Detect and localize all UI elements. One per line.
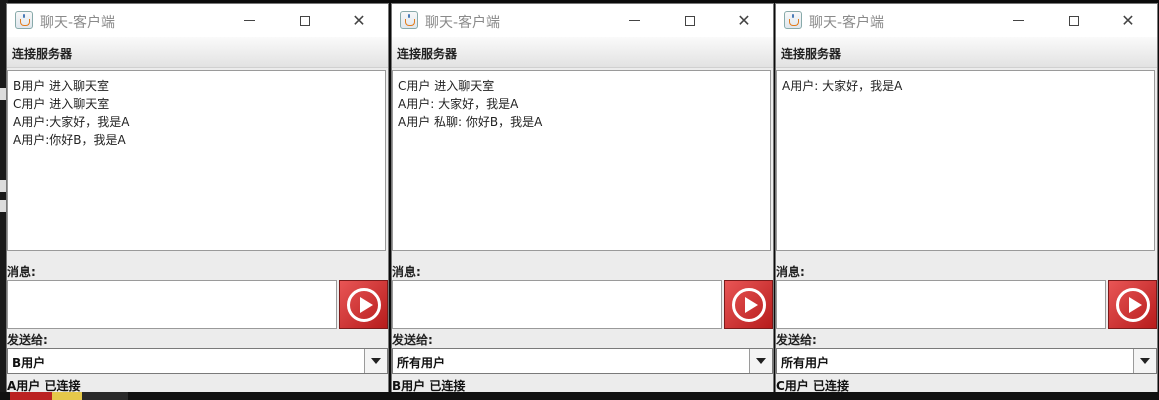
recipient-value: B用户: [12, 356, 46, 370]
menu-bar: 连接服务器: [776, 37, 1157, 68]
close-icon: ✕: [737, 11, 751, 30]
minimize-icon: [1012, 20, 1024, 21]
message-label: 消息:: [392, 265, 421, 279]
chat-client-window-c: 聊天-客户端 ✕ 连接服务器 A用户: 大家好，我是A 消息: 发送给: 所有用…: [775, 3, 1158, 393]
close-button[interactable]: ✕: [721, 4, 767, 37]
chat-client-window-a: 聊天-客户端 ✕ 连接服务器 B用户 进入聊天室 C用户 进入聊天室 A用户:大…: [6, 3, 389, 393]
chat-client-window-b: 聊天-客户端 ✕ 连接服务器 C用户 进入聊天室 A用户: 大家好，我是A A用…: [391, 3, 774, 393]
menu-connect-server[interactable]: 连接服务器: [397, 45, 457, 62]
maximize-button[interactable]: [667, 4, 713, 37]
close-button[interactable]: ✕: [1105, 4, 1151, 37]
chat-message: A用户:大家好，我是A: [13, 115, 130, 129]
chat-message: A用户: 大家好，我是A: [782, 79, 903, 93]
dropdown-button[interactable]: [364, 349, 387, 373]
title-bar[interactable]: 聊天-客户端 ✕: [392, 4, 773, 37]
chat-message: C用户 进入聊天室: [398, 79, 495, 93]
send-to-label: 发送给:: [776, 333, 817, 347]
menu-connect-server[interactable]: 连接服务器: [781, 45, 841, 62]
recipient-value: 所有用户: [781, 356, 830, 370]
close-button[interactable]: ✕: [336, 4, 382, 37]
minimize-icon: [628, 20, 640, 21]
recipient-select[interactable]: 所有用户: [776, 348, 1157, 374]
java-cup-icon: [15, 11, 33, 29]
message-input[interactable]: [392, 280, 722, 329]
chevron-down-icon: [1140, 358, 1150, 364]
chevron-down-icon: [371, 358, 381, 364]
send-to-label: 发送给:: [7, 333, 48, 347]
chevron-down-icon: [756, 358, 766, 364]
chat-message: A用户: 大家好，我是A: [398, 97, 519, 111]
send-button[interactable]: [339, 280, 388, 329]
chat-history[interactable]: A用户: 大家好，我是A: [776, 70, 1155, 251]
dropdown-button[interactable]: [1133, 349, 1156, 373]
chat-message: A用户:你好B，我是A: [13, 133, 126, 147]
send-to-label: 发送给:: [392, 333, 433, 347]
menu-bar: 连接服务器: [7, 37, 388, 68]
minimize-button[interactable]: [226, 4, 272, 37]
chat-message: A用户 私聊: 你好B，我是A: [398, 115, 543, 129]
send-play-icon: [346, 287, 381, 322]
menu-connect-server[interactable]: 连接服务器: [12, 45, 72, 62]
dropdown-button[interactable]: [749, 349, 772, 373]
minimize-button[interactable]: [995, 4, 1041, 37]
maximize-icon: [300, 15, 310, 26]
maximize-icon: [1069, 15, 1079, 26]
java-cup-icon: [400, 11, 418, 29]
chat-message: C用户 进入聊天室: [13, 97, 110, 111]
send-button[interactable]: [1108, 280, 1157, 329]
send-button[interactable]: [724, 280, 773, 329]
desktop-fragment: [82, 392, 128, 400]
maximize-button[interactable]: [282, 4, 328, 37]
window-title: 聊天-客户端: [40, 15, 116, 31]
window-title: 聊天-客户端: [425, 15, 501, 31]
desktop-fragment: [52, 392, 82, 400]
recipient-select[interactable]: 所有用户: [392, 348, 773, 374]
recipient-value: 所有用户: [397, 356, 446, 370]
window-title: 聊天-客户端: [809, 15, 885, 31]
menu-bar: 连接服务器: [392, 37, 773, 68]
message-input[interactable]: [7, 280, 337, 329]
title-bar[interactable]: 聊天-客户端 ✕: [7, 4, 388, 37]
message-input[interactable]: [776, 280, 1106, 329]
minimize-icon: [243, 20, 255, 21]
recipient-select[interactable]: B用户: [7, 348, 388, 374]
maximize-button[interactable]: [1051, 4, 1097, 37]
close-icon: ✕: [1121, 11, 1135, 30]
java-cup-icon: [784, 11, 802, 29]
chat-history[interactable]: B用户 进入聊天室 C用户 进入聊天室 A用户:大家好，我是A A用户:你好B，…: [7, 70, 386, 251]
desktop-taskbar-fragment: [0, 392, 1159, 400]
title-bar[interactable]: 聊天-客户端 ✕: [776, 4, 1157, 37]
send-play-icon: [1115, 287, 1150, 322]
message-label: 消息:: [7, 265, 36, 279]
maximize-icon: [685, 15, 695, 26]
desktop-fragment: [10, 392, 52, 400]
chat-message: B用户 进入聊天室: [13, 79, 110, 93]
minimize-button[interactable]: [611, 4, 657, 37]
close-icon: ✕: [352, 11, 366, 30]
send-play-icon: [731, 287, 766, 322]
message-label: 消息:: [776, 265, 805, 279]
chat-history[interactable]: C用户 进入聊天室 A用户: 大家好，我是A A用户 私聊: 你好B，我是A: [392, 70, 771, 251]
